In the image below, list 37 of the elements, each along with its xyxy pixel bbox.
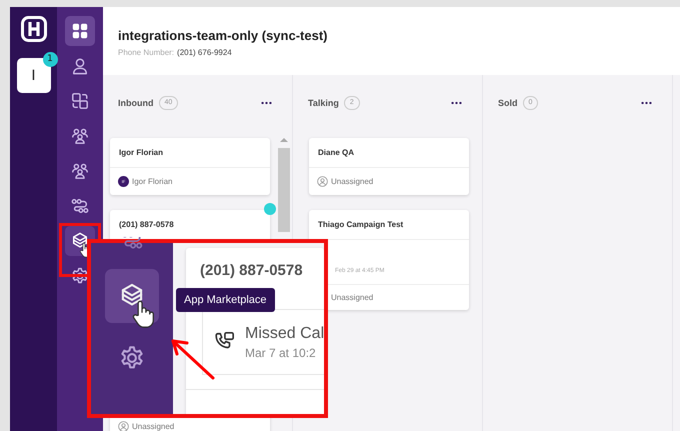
- team-icon: [71, 127, 89, 145]
- flow-icon: [121, 237, 143, 251]
- squares-icon: [71, 92, 89, 110]
- activity-title: Missed Cal: [245, 324, 324, 342]
- assignee-name: Unassigned: [331, 293, 374, 302]
- column-title: Sold: [498, 98, 518, 108]
- user-icon: [317, 176, 328, 187]
- phone-number: (201) 676-9924: [177, 48, 232, 57]
- logo-icon: [20, 16, 46, 42]
- tooltip: App Marketplace: [176, 288, 275, 312]
- column-title: Talking: [308, 98, 339, 108]
- person-icon: [71, 57, 89, 75]
- flow-icon: [71, 197, 89, 215]
- settings-icon[interactable]: [119, 345, 145, 371]
- column-title: Inbound: [118, 98, 154, 108]
- card-title: Igor Florian: [110, 138, 270, 168]
- hand-cursor-icon: [131, 299, 155, 329]
- more-icon[interactable]: [451, 101, 462, 105]
- dashboard-icon: [71, 22, 89, 40]
- unread-dot: [264, 203, 276, 215]
- assignee-name: Unassigned: [331, 177, 374, 186]
- card-title: Diane QA: [309, 138, 469, 168]
- arrow: [172, 340, 214, 380]
- team-icon: [71, 162, 89, 180]
- assignee-name: Igor Florian: [132, 177, 172, 186]
- notification-badge: 1: [42, 52, 58, 67]
- settings-icon: [71, 267, 89, 285]
- card-title: (201) 887-0578: [199, 262, 304, 279]
- more-icon[interactable]: [641, 101, 652, 105]
- phone-label: Phone Number:: [118, 48, 174, 57]
- nav-item[interactable]: [65, 16, 95, 46]
- page-title: integrations-team-only (sync-test): [118, 28, 328, 43]
- user-icon: [118, 421, 129, 431]
- assignee-name: Unassigned: [132, 422, 174, 431]
- activity-time: Mar 7 at 10:2: [245, 346, 317, 360]
- lead-card[interactable]: Diane QA Unassigned: [309, 138, 469, 195]
- more-icon[interactable]: [261, 101, 272, 105]
